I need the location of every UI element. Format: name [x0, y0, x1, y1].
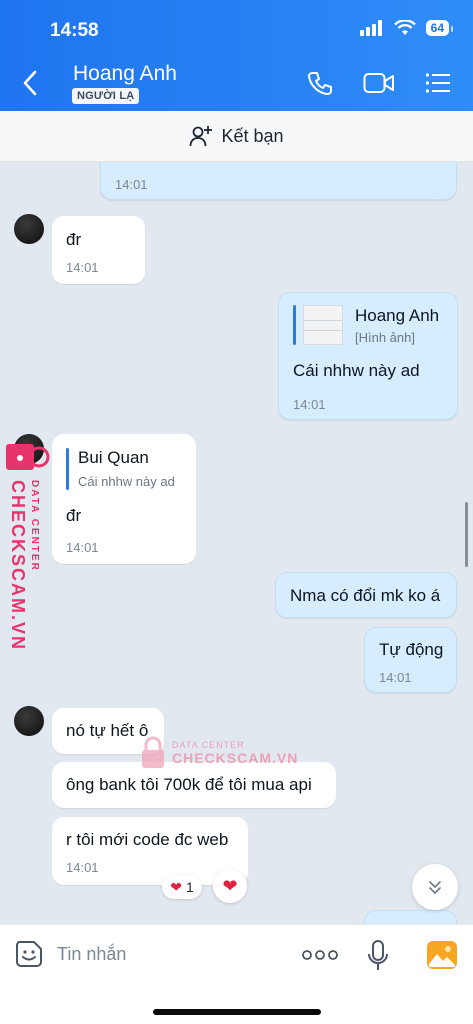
watermark-center: DATA CENTER CHECKSCAM.VN	[140, 736, 298, 770]
reaction-summary[interactable]: ❤ 1	[162, 875, 202, 899]
message-bubble-incoming[interactable]: Bui Quan Cái nhhw này ad đr 14:01	[52, 434, 196, 564]
heart-icon: ❤	[222, 875, 238, 896]
header: 14:58 64 Hoang Anh NGƯỜI LẠ	[0, 0, 473, 111]
avatar[interactable]	[14, 706, 44, 736]
message-bubble-outgoing[interactable]: Hoang Anh [Hình ảnh] Cái nhhw này ad 14:…	[278, 292, 458, 420]
status-icons: 64	[359, 20, 454, 36]
message-bubble-incoming[interactable]: đr 14:01	[52, 216, 145, 284]
watermark-line1: DATA CENTER	[29, 480, 40, 572]
menu-list-icon[interactable]	[425, 72, 451, 94]
scrollbar[interactable]	[465, 502, 468, 567]
message-text: Tự động	[379, 640, 444, 659]
quote-author: Bui Quan	[78, 448, 149, 467]
quote-author: Hoang Anh	[355, 306, 440, 325]
message-text: đr	[66, 506, 82, 525]
home-indicator	[153, 1009, 321, 1015]
avatar[interactable]	[14, 214, 44, 244]
chat-area[interactable]: 14:01 đr 14:01 Hoang Anh [Hình ảnh] Cái …	[0, 162, 473, 924]
message-bubble-outgoing[interactable]: Nma có đổi mk ko á	[275, 572, 457, 618]
react-heart-button[interactable]: ❤	[213, 869, 247, 903]
watermark-logo: DATA CENTER CHECKSCAM.VN	[4, 440, 50, 651]
back-arrow-icon[interactable]	[22, 70, 38, 96]
add-friend-icon	[190, 126, 213, 147]
double-chevron-down-icon	[429, 881, 441, 895]
message-text: đr	[66, 230, 82, 249]
quote-preview: [Hình ảnh]	[355, 330, 415, 345]
quote-preview: Cái nhhw này ad	[78, 474, 175, 489]
sticker-emoji-icon[interactable]	[14, 939, 44, 969]
message-text: Cái nhhw này ad	[293, 361, 420, 380]
message-bubble-outgoing[interactable]: 14:01	[100, 162, 457, 200]
shield-lock-icon	[6, 444, 50, 470]
stranger-badge: NGƯỜI LẠ	[72, 88, 140, 104]
microphone-icon[interactable]	[366, 939, 390, 973]
message-time: 14:01	[66, 260, 99, 275]
contact-name[interactable]: Hoang Anh	[73, 62, 177, 86]
message-bubble-outgoing[interactable]	[364, 910, 457, 924]
video-call-icon[interactable]	[363, 71, 395, 95]
message-bubble-outgoing[interactable]: Tự động 14:01	[364, 627, 457, 693]
message-text: r tôi mới code đc web	[66, 830, 229, 849]
scroll-to-bottom-button[interactable]	[412, 864, 458, 910]
watermark-center-line2: CHECKSCAM.VN	[172, 750, 299, 766]
phone-call-icon[interactable]	[307, 70, 333, 96]
watermark-line2: CHECKSCAM.VN	[8, 480, 28, 652]
lock-icon	[142, 736, 164, 768]
status-time: 14:58	[50, 20, 99, 41]
watermark-center-line1: DATA CENTER	[172, 740, 245, 750]
quoted-image-thumbnail[interactable]	[303, 305, 343, 345]
message-input-bar: Tin nhắn	[0, 924, 473, 1024]
message-text: nó tự hết ô	[66, 721, 149, 740]
message-text: ông bank tôi 700k để tôi mua api	[66, 775, 312, 794]
more-options-icon[interactable]	[302, 949, 338, 961]
message-time: 14:01	[379, 670, 412, 685]
message-time: 14:01	[115, 177, 148, 192]
message-text: Nma có đổi mk ko á	[290, 586, 441, 605]
add-friend-bar[interactable]: Kết bạn	[0, 111, 473, 162]
message-time: 14:01	[66, 540, 99, 555]
add-friend-label: Kết bạn	[221, 125, 284, 146]
message-input[interactable]: Tin nhắn	[57, 944, 126, 965]
image-gallery-icon[interactable]	[426, 940, 458, 970]
message-time: 14:01	[66, 860, 99, 875]
heart-icon: ❤	[170, 878, 182, 895]
reaction-count: 1	[185, 879, 194, 895]
message-time: 14:01	[293, 397, 326, 412]
battery-indicator: 64	[425, 20, 454, 36]
signal-icon	[359, 20, 382, 36]
wifi-icon	[393, 20, 416, 35]
